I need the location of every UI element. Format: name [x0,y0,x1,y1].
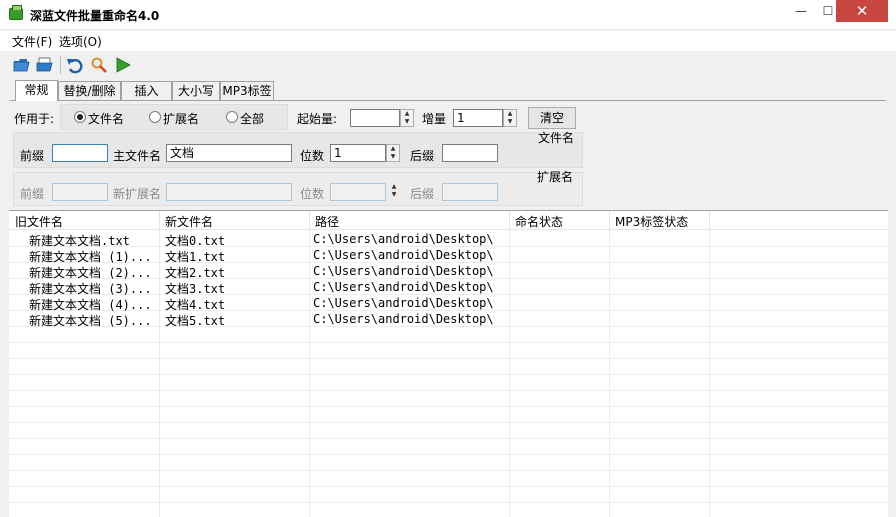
table-row[interactable] [9,327,888,343]
window-title: 深蓝文件批量重命名4.0 [30,9,160,23]
header-divider [309,211,310,230]
extension-suffix-label: 后缀 [410,187,435,201]
column-divider [309,230,310,517]
radio-extension[interactable] [149,111,161,123]
start-value-label: 起始量: [297,112,338,126]
table-row[interactable]: 新建文本文档 (5)... 文档5.txt C:\Users\android\Des… [9,311,888,328]
header-divider [709,211,710,230]
table-row[interactable]: 新建文本文档.txt 文档0.txt C:\Users\android\Deskto… [9,231,888,248]
menu-file[interactable]: 文件(F) [12,33,52,50]
table-row[interactable] [9,407,888,423]
table-row[interactable] [9,503,888,517]
table-row[interactable]: 新建文本文档 (2)... 文档2.txt C:\Users\android\Des… [9,263,888,280]
increment-label: 增量 [422,112,447,126]
filename-prefix-input[interactable] [52,144,108,162]
extension-digits-label: 位数 [300,187,325,201]
column-divider [509,230,510,517]
radio-filename-label[interactable]: 文件名 [88,110,124,127]
column-old-name[interactable]: 旧文件名 [15,213,63,230]
table-row[interactable] [9,487,888,503]
cell-path: C:\Users\android\Desktop\ [313,312,494,326]
cell-path: C:\Users\android\Desktop\ [313,248,494,262]
table-row[interactable] [9,375,888,391]
table-row[interactable] [9,391,888,407]
cell-path: C:\Users\android\Desktop\ [313,232,494,246]
extension-suffix-input [442,183,498,201]
clear-button[interactable]: 清空 [528,107,576,129]
filename-prefix-label: 前缀 [20,149,45,163]
table-row[interactable] [9,359,888,375]
toolbar-separator [60,56,61,74]
run-icon[interactable] [114,56,132,74]
extension-digits-spinner: ▲ ▼ [391,183,397,198]
table-row[interactable]: 新建文本文档 (3)... 文档3.txt C:\Users\android\Des… [9,279,888,296]
app-icon [9,5,23,20]
column-divider [609,230,610,517]
list-header: 旧文件名 新文件名 路径 命名状态 MP3标签状态 [9,211,888,230]
table-row[interactable] [9,471,888,487]
file-list[interactable]: 旧文件名 新文件名 路径 命名状态 MP3标签状态 新建文本文档.txt 文档0.… [9,210,888,517]
radio-extension-label[interactable]: 扩展名 [163,110,199,127]
column-divider [709,230,710,517]
close-button[interactable]: ✕ [836,0,888,22]
filename-digits-spinner[interactable]: ▲ ▼ [386,144,400,162]
increment-spinner[interactable]: ▲ ▼ [503,109,517,127]
cell-path: C:\Users\android\Desktop\ [313,280,494,294]
tab-general[interactable]: 常规 [15,80,58,101]
undo-icon[interactable] [66,56,84,74]
new-extension-label: 新扩展名 [113,187,162,201]
tab-replace-delete[interactable]: 替换/删除 [58,81,121,100]
open-folder-icon[interactable] [13,56,31,74]
radio-filename[interactable] [74,111,86,123]
new-extension-input [166,183,292,201]
header-divider [609,211,610,230]
extension-prefix-input [52,183,108,201]
increment-input[interactable]: 1 [453,109,503,127]
header-divider [509,211,510,230]
start-value-spinner[interactable]: ▲ ▼ [400,109,414,127]
main-filename-label: 主文件名 [113,149,162,163]
apply-to-label: 作用于: [14,112,55,126]
table-row[interactable] [9,423,888,439]
column-divider [159,230,160,517]
extension-digits-input [330,183,386,201]
main-filename-input[interactable]: 文档 [166,144,292,162]
column-path[interactable]: 路径 [315,213,339,230]
tab-case[interactable]: 大小写 [172,81,220,100]
radio-all-label[interactable]: 全部 [240,110,264,127]
table-row[interactable] [9,343,888,359]
menu-bar: 文件(F) 选项(O) [0,31,896,51]
tab-mp3-tag[interactable]: MP3标签 [220,81,274,100]
table-row[interactable] [9,439,888,455]
extension-group-title: 扩展名 [537,170,574,184]
filename-digits-input[interactable]: 1 [330,144,386,162]
toolbar [0,52,896,78]
cell-path: C:\Users\android\Desktop\ [313,264,494,278]
tab-insert[interactable]: 插入 [121,81,172,100]
header-divider [159,211,160,230]
column-mp3-status[interactable]: MP3标签状态 [615,213,688,230]
preview-icon[interactable] [90,56,108,74]
table-row[interactable]: 新建文本文档 (4)... 文档4.txt C:\Users\android\Des… [9,295,888,312]
filename-group-title: 文件名 [538,131,575,145]
cell-path: C:\Users\android\Desktop\ [313,296,494,310]
radio-all[interactable] [226,111,238,123]
open-file-icon[interactable] [36,56,54,74]
minimize-button[interactable]: — [787,0,815,22]
filename-suffix-label: 后缀 [410,149,435,163]
start-value-input[interactable] [350,109,400,127]
extension-prefix-label: 前缀 [20,187,45,201]
column-rename-status[interactable]: 命名状态 [515,213,563,230]
filename-digits-label: 位数 [300,149,325,163]
filename-suffix-input[interactable] [442,144,498,162]
table-row[interactable] [9,455,888,471]
table-row[interactable]: 新建文本文档 (1)... 文档1.txt C:\Users\android\Des… [9,247,888,264]
title-bar: 深蓝文件批量重命名4.0 — ☐ ✕ [0,0,896,30]
menu-options[interactable]: 选项(O) [59,33,102,50]
column-new-name[interactable]: 新文件名 [165,213,213,230]
